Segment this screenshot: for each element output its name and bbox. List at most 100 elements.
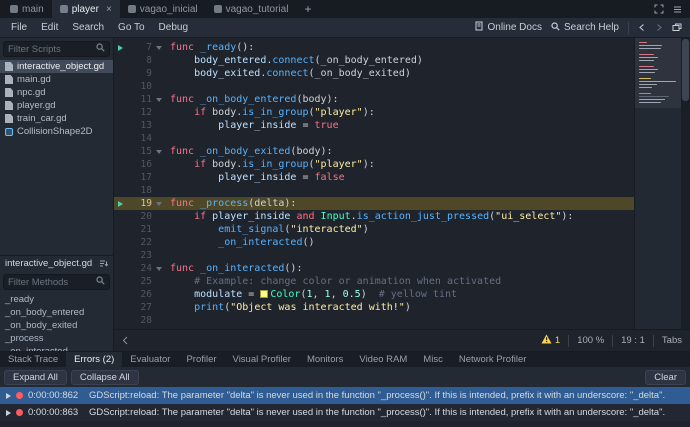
filter-methods-input[interactable] — [8, 277, 93, 288]
code-line[interactable]: 7func _ready(): — [114, 41, 634, 54]
code-line[interactable]: 21 emit_signal("interacted") — [114, 223, 634, 236]
method-item[interactable]: _process — [0, 332, 113, 345]
filter-scripts-input[interactable] — [8, 44, 93, 55]
add-scene-tab-button[interactable]: + — [296, 0, 319, 18]
tab-menu-icon[interactable] — [673, 5, 682, 14]
code-line[interactable]: 13 player_inside = true — [114, 119, 634, 132]
zoom-level[interactable]: 100 % — [577, 335, 604, 346]
code-line[interactable]: 28 — [114, 314, 634, 327]
error-row[interactable]: 0:00:00:862GDScript:reload: The paramete… — [0, 387, 690, 404]
script-item[interactable]: npc.gd — [0, 86, 113, 99]
debugger-tab-stack-trace[interactable]: Stack Trace — [0, 352, 66, 367]
float-window-icon[interactable] — [672, 23, 682, 32]
debugger-tab-monitors[interactable]: Monitors — [299, 352, 351, 367]
fold-arrow-icon[interactable] — [156, 267, 162, 271]
code-text: body_entered.connect(_on_body_entered) — [170, 54, 634, 67]
code-line[interactable]: 19func _process(delta): — [114, 197, 634, 210]
fold-arrow-icon[interactable] — [156, 46, 162, 50]
fold-arrow-icon[interactable] — [156, 98, 162, 102]
script-name: train_car.gd — [17, 113, 67, 124]
code-line[interactable]: 20 if player_inside and Input.is_action_… — [114, 210, 634, 223]
code-line[interactable]: 24func _on_interacted(): — [114, 262, 634, 275]
collapse-all-button[interactable]: Collapse All — [71, 370, 139, 385]
expand-arrow-icon[interactable] — [6, 393, 11, 399]
code-line[interactable]: 17 player_inside = false — [114, 171, 634, 184]
debugger-tab-evaluator[interactable]: Evaluator — [122, 352, 178, 367]
debugger-tab-profiler[interactable]: Profiler — [178, 352, 224, 367]
debugger-tab-misc[interactable]: Misc — [415, 352, 451, 367]
code-line[interactable]: 8 body_entered.connect(_on_body_entered) — [114, 54, 634, 67]
toggle-scripts-panel-icon[interactable] — [122, 336, 129, 345]
expand-panel-icon[interactable] — [654, 4, 664, 14]
sort-methods-icon[interactable] — [99, 259, 108, 268]
menu-search[interactable]: Search — [65, 20, 111, 35]
minimap[interactable] — [634, 38, 681, 329]
code-line[interactable]: 14 — [114, 132, 634, 145]
scene-tab-vagao-inicial[interactable]: vagao_inicial — [120, 0, 206, 18]
history-forward-icon[interactable] — [655, 23, 663, 32]
expand-arrow-icon[interactable] — [6, 410, 11, 416]
menu-edit[interactable]: Edit — [34, 20, 65, 35]
menu-debug[interactable]: Debug — [152, 20, 195, 35]
editor-status-bar: 1 100 % 19 : 1 Tabs — [114, 329, 690, 351]
scene-tab-vagao-tutorial[interactable]: vagao_tutorial — [206, 0, 297, 18]
scene-tab-main[interactable]: main — [2, 0, 52, 18]
script-item[interactable]: CollisionShape2D — [0, 125, 113, 138]
debugger-tab-visual-profiler[interactable]: Visual Profiler — [225, 352, 299, 367]
code-lines[interactable]: 7func _ready():8 body_entered.connect(_o… — [114, 38, 634, 329]
editor-scrollbar[interactable] — [681, 38, 690, 329]
script-item[interactable]: interactive_object.gd — [0, 60, 113, 73]
error-message: GDScript:reload: The parameter "delta" i… — [89, 407, 665, 418]
code-line[interactable]: 11func _on_body_entered(body): — [114, 93, 634, 106]
menu-go-to[interactable]: Go To — [111, 20, 152, 35]
filter-scripts-box[interactable] — [3, 41, 110, 57]
search-help-button[interactable]: Search Help — [551, 22, 619, 34]
color-swatch[interactable] — [260, 290, 268, 298]
fold-arrow-icon[interactable] — [156, 202, 162, 206]
code-line[interactable]: 12 if body.is_in_group("player"): — [114, 106, 634, 119]
scene-tab-player[interactable]: player× — [52, 0, 120, 18]
history-back-icon[interactable] — [638, 23, 646, 32]
script-name: interactive_object.gd — [17, 61, 104, 72]
methods-panel-header: interactive_object.gd — [0, 255, 113, 271]
line-number: 20 — [127, 210, 152, 223]
code-line[interactable]: 18 — [114, 184, 634, 197]
gutter: 21 — [114, 223, 170, 236]
code-line[interactable]: 23 — [114, 249, 634, 262]
code-line[interactable]: 27 print("Object was interacted with!") — [114, 301, 634, 314]
online-docs-button[interactable]: Online Docs — [474, 21, 542, 34]
method-item[interactable]: _on_body_entered — [0, 306, 113, 319]
code-line[interactable]: 15func _on_body_exited(body): — [114, 145, 634, 158]
gutter: 28 — [114, 314, 170, 327]
code-line[interactable]: 22 _on_interacted() — [114, 236, 634, 249]
code-line[interactable]: 16 if body.is_in_group("player"): — [114, 158, 634, 171]
close-icon[interactable]: × — [106, 4, 112, 15]
code-line[interactable]: 26 modulate = Color(1, 1, 0.5) # yellow … — [114, 288, 634, 301]
debugger-panel: Stack TraceErrors (2)EvaluatorProfilerVi… — [0, 351, 690, 427]
warning-indicator[interactable]: 1 — [541, 334, 560, 347]
code-line[interactable]: 9 body_exited.connect(_on_body_exited) — [114, 67, 634, 80]
method-item[interactable]: _ready — [0, 293, 113, 306]
script-item[interactable]: main.gd — [0, 73, 113, 86]
debugger-tab-errors-2[interactable]: Errors (2) — [66, 352, 122, 367]
warning-count: 1 — [555, 335, 560, 346]
script-item[interactable]: player.gd — [0, 99, 113, 112]
script-item[interactable]: train_car.gd — [0, 112, 113, 125]
code-line[interactable]: 25 # Example: change color or animation … — [114, 275, 634, 288]
sidebar-spacer — [0, 138, 113, 255]
expand-all-button[interactable]: Expand All — [4, 370, 67, 385]
error-row[interactable]: 0:00:00:863GDScript:reload: The paramete… — [0, 404, 690, 421]
errors-toolbar: Expand All Collapse All Clear — [0, 367, 690, 387]
minimap-viewport[interactable] — [635, 38, 681, 108]
gutter: 19 — [114, 197, 170, 210]
fold-arrow-icon[interactable] — [156, 150, 162, 154]
filter-methods-box[interactable] — [3, 274, 110, 290]
indent-type[interactable]: Tabs — [662, 335, 682, 346]
method-item[interactable]: _on_body_exited — [0, 319, 113, 332]
code-line[interactable]: 10 — [114, 80, 634, 93]
scrollbar-handle[interactable] — [682, 39, 689, 101]
menu-file[interactable]: File — [4, 20, 34, 35]
clear-button[interactable]: Clear — [645, 370, 686, 385]
debugger-tab-network-profiler[interactable]: Network Profiler — [451, 352, 535, 367]
debugger-tab-video-ram[interactable]: Video RAM — [351, 352, 415, 367]
